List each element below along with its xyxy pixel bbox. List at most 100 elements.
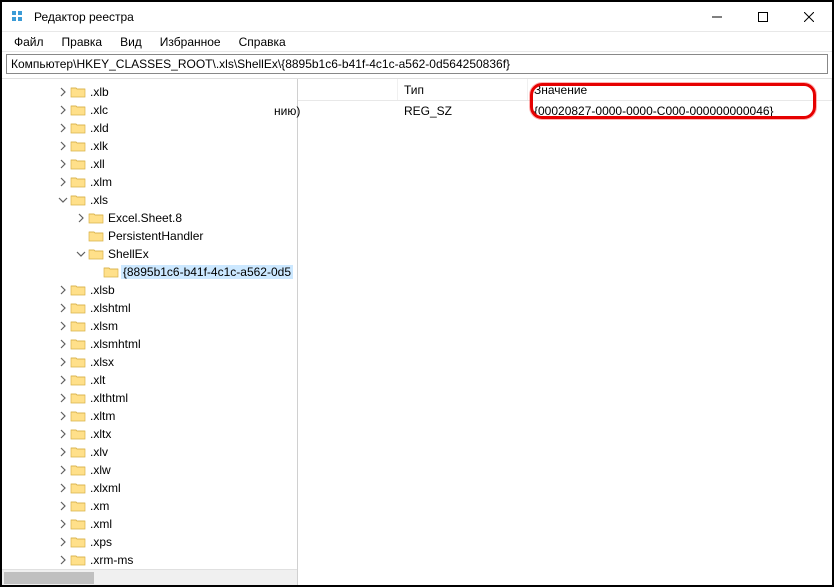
tree-item-label: .xrm-ms — [88, 553, 135, 567]
tree-item[interactable]: .xlxml — [2, 479, 297, 497]
tree-item-label: .xlc — [88, 103, 110, 117]
chevron-right-icon[interactable] — [56, 85, 70, 99]
chevron-right-icon[interactable] — [56, 373, 70, 387]
chevron-right-icon[interactable] — [56, 283, 70, 297]
chevron-right-icon[interactable] — [56, 121, 70, 135]
tree-item-label: .xll — [88, 157, 107, 171]
close-button[interactable] — [786, 2, 832, 31]
tree-panel[interactable]: .xlb .xlc .xld .xlk .xll .xlm .xls Excel.Sheet.… — [2, 79, 298, 585]
folder-icon — [70, 318, 86, 334]
chevron-right-icon[interactable] — [56, 445, 70, 459]
tree-item-label: .xlsmhtml — [88, 337, 143, 351]
tree-item-label: .xlsb — [88, 283, 117, 297]
tree-item[interactable]: .xlsm — [2, 317, 297, 335]
scrollbar-thumb[interactable] — [4, 572, 94, 584]
cell-value: {00020827-0000-0000-C000-000000000046} — [528, 104, 832, 118]
app-icon — [10, 9, 26, 25]
folder-icon — [70, 498, 86, 514]
menu-file[interactable]: Файл — [6, 33, 52, 51]
chevron-right-icon[interactable] — [56, 157, 70, 171]
chevron-right-icon[interactable] — [56, 553, 70, 567]
tree-item-label: .xld — [88, 121, 111, 135]
folder-icon — [70, 426, 86, 442]
tree-item[interactable]: .xltx — [2, 425, 297, 443]
tree-item-label: .xm — [88, 499, 111, 513]
column-type[interactable]: Тип — [398, 79, 528, 100]
folder-icon — [103, 264, 119, 280]
chevron-right-icon[interactable] — [56, 427, 70, 441]
menu-help[interactable]: Справка — [231, 33, 294, 51]
tree-item[interactable]: .xlm — [2, 173, 297, 191]
tree-item[interactable]: .xlc — [2, 101, 297, 119]
tree-item[interactable]: .xlsx — [2, 353, 297, 371]
chevron-right-icon[interactable] — [56, 337, 70, 351]
folder-icon — [88, 228, 104, 244]
folder-icon — [70, 174, 86, 190]
menu-view[interactable]: Вид — [112, 33, 150, 51]
tree-item-label: .xlshtml — [88, 301, 133, 315]
list-row[interactable]: нию) REG_SZ {00020827-0000-0000-C000-000… — [298, 101, 832, 121]
value-list-panel: Тип Значение нию) REG_SZ {00020827-0000-… — [298, 79, 832, 585]
chevron-right-icon[interactable] — [56, 517, 70, 531]
chevron-down-icon[interactable] — [74, 247, 88, 261]
column-name[interactable] — [268, 79, 398, 100]
tree-item[interactable]: .xlv — [2, 443, 297, 461]
tree-item[interactable]: .xlthtml — [2, 389, 297, 407]
chevron-right-icon[interactable] — [56, 463, 70, 477]
chevron-right-icon[interactable] — [56, 391, 70, 405]
minimize-button[interactable] — [694, 2, 740, 31]
folder-icon — [70, 534, 86, 550]
tree-item[interactable]: .xld — [2, 119, 297, 137]
chevron-right-icon[interactable] — [56, 499, 70, 513]
chevron-right-icon[interactable] — [56, 481, 70, 495]
chevron-right-icon[interactable] — [74, 211, 88, 225]
chevron-right-icon[interactable] — [56, 103, 70, 117]
chevron-right-icon[interactable] — [56, 175, 70, 189]
maximize-button[interactable] — [740, 2, 786, 31]
folder-icon — [70, 516, 86, 532]
address-input[interactable] — [6, 54, 828, 74]
titlebar: Редактор реестра — [2, 2, 832, 32]
tree-horizontal-scrollbar[interactable] — [2, 569, 297, 585]
folder-icon — [70, 102, 86, 118]
chevron-right-icon[interactable] — [56, 139, 70, 153]
tree-item[interactable]: .xlb — [2, 83, 297, 101]
column-value[interactable]: Значение — [528, 79, 832, 100]
tree-item[interactable]: .xlk — [2, 137, 297, 155]
tree-item[interactable]: {8895b1c6-b41f-4c1c-a562-0d5 — [2, 263, 297, 281]
folder-icon — [70, 192, 86, 208]
tree-item-label: .xls — [88, 193, 110, 207]
menu-favorites[interactable]: Избранное — [152, 33, 229, 51]
tree-item-label: .xml — [88, 517, 114, 531]
chevron-down-icon[interactable] — [56, 193, 70, 207]
tree-item[interactable]: .xml — [2, 515, 297, 533]
folder-icon — [70, 138, 86, 154]
tree-item[interactable]: PersistentHandler — [2, 227, 297, 245]
window-controls — [694, 2, 832, 31]
tree-item[interactable]: .xlshtml — [2, 299, 297, 317]
tree-item[interactable]: Excel.Sheet.8 — [2, 209, 297, 227]
tree-item[interactable]: .xlsb — [2, 281, 297, 299]
tree-item[interactable]: .xlsmhtml — [2, 335, 297, 353]
menu-edit[interactable]: Правка — [54, 33, 111, 51]
folder-icon — [70, 480, 86, 496]
tree-item[interactable]: .xls — [2, 191, 297, 209]
chevron-right-icon[interactable] — [56, 319, 70, 333]
chevron-right-icon[interactable] — [56, 355, 70, 369]
chevron-right-icon[interactable] — [56, 409, 70, 423]
tree-item[interactable]: .xps — [2, 533, 297, 551]
tree-item[interactable]: .xlt — [2, 371, 297, 389]
chevron-right-icon[interactable] — [56, 301, 70, 315]
tree-item-label: .xltm — [88, 409, 117, 423]
cell-name: нию) — [268, 104, 398, 118]
tree-item[interactable]: .xltm — [2, 407, 297, 425]
chevron-right-icon[interactable] — [56, 535, 70, 549]
tree-item[interactable]: ShellEx — [2, 245, 297, 263]
tree-item-label: .xlxml — [88, 481, 123, 495]
folder-icon — [70, 84, 86, 100]
tree-item[interactable]: .xlw — [2, 461, 297, 479]
tree-item[interactable]: .xll — [2, 155, 297, 173]
tree-item[interactable]: .xrm-ms — [2, 551, 297, 569]
tree-item[interactable]: .xm — [2, 497, 297, 515]
addressbar-container — [2, 52, 832, 79]
